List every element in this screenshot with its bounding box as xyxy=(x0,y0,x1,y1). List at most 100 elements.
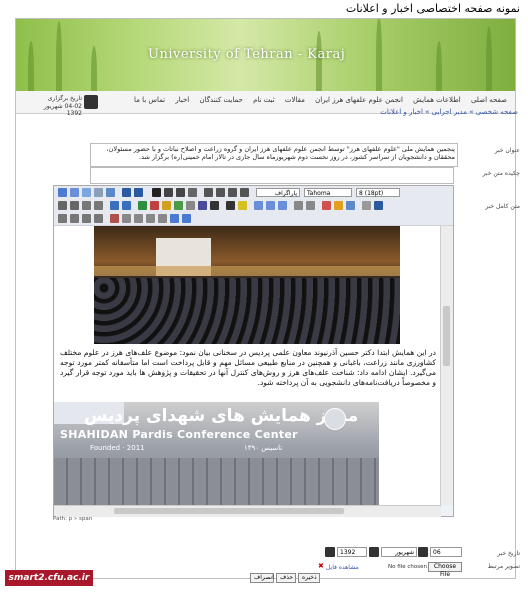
align-left-icon[interactable] xyxy=(204,188,213,197)
view-file-link[interactable]: مشاهده فایل xyxy=(326,564,359,571)
flash-icon[interactable] xyxy=(322,201,331,210)
subscript-icon[interactable] xyxy=(306,201,315,210)
editor-toolbar-3 xyxy=(54,212,453,226)
nav-register[interactable]: ثبت نام xyxy=(253,96,275,104)
hr-icon[interactable] xyxy=(122,214,131,223)
month-dropdown-icon[interactable] xyxy=(369,547,379,557)
undo-icon[interactable] xyxy=(110,201,119,210)
year-dropdown-icon[interactable] xyxy=(325,547,335,557)
styles-icon[interactable] xyxy=(110,214,119,223)
absolute-icon[interactable] xyxy=(94,214,103,223)
delete-button[interactable]: حذف xyxy=(276,573,296,583)
conference-hall-photo xyxy=(94,226,400,344)
align-center-icon[interactable] xyxy=(216,188,225,197)
label-summary: چکیده متن خبر xyxy=(482,170,520,177)
label-date: تاریخ خبر xyxy=(497,550,520,557)
media-icon[interactable] xyxy=(346,201,355,210)
breadcrumb[interactable]: صفحه شخصی » مدیر اجرایی » اخبار و اعلانا… xyxy=(380,108,518,116)
time-icon[interactable] xyxy=(158,214,167,223)
year-select[interactable]: 1392 xyxy=(337,547,367,557)
row-props-icon[interactable] xyxy=(266,201,275,210)
highlight-color-icon[interactable] xyxy=(238,201,247,210)
cancel-button[interactable]: انصراف xyxy=(250,573,274,583)
sign-english: SHAHIDAN Pardis Conference Center xyxy=(60,428,298,441)
news-title-input[interactable]: پنجمین همایش ملی "علوم علفهای هرز" توسط … xyxy=(90,143,458,167)
html-source-icon[interactable] xyxy=(210,201,219,210)
font-family-select[interactable]: Tahoma xyxy=(304,188,352,197)
strikethrough-icon[interactable] xyxy=(188,188,197,197)
file-status: No file chosen xyxy=(388,564,427,570)
paste-icon[interactable] xyxy=(82,188,91,197)
format-select[interactable]: پاراگراف xyxy=(256,188,300,197)
underline-icon[interactable] xyxy=(176,188,185,197)
bullet-list-icon[interactable] xyxy=(58,201,67,210)
save-button[interactable]: ذخیره xyxy=(298,573,320,583)
outdent-icon[interactable] xyxy=(82,201,91,210)
nav-papers[interactable]: مقالات xyxy=(285,96,305,104)
table-icon[interactable] xyxy=(254,201,263,210)
news-summary-input[interactable] xyxy=(90,167,454,184)
label-image: تصویر مرتبط xyxy=(487,563,520,570)
emoticon-icon[interactable] xyxy=(334,201,343,210)
move-backward-icon[interactable] xyxy=(82,214,91,223)
copy-icon[interactable] xyxy=(70,188,79,197)
insert-layer-icon[interactable] xyxy=(58,214,67,223)
superscript-icon[interactable] xyxy=(294,201,303,210)
redo-icon[interactable] xyxy=(122,201,131,210)
replace-icon[interactable] xyxy=(134,188,143,197)
cut-icon[interactable] xyxy=(58,188,67,197)
label-title: عنوان خبر xyxy=(494,147,520,154)
sign-founded: Founded · 2011 xyxy=(90,444,145,452)
help-icon[interactable] xyxy=(198,201,207,210)
nav-items: صفحه اصلی اطلاعات همایش انجمن علوم علفها… xyxy=(126,96,507,104)
event-date-value: 04-02 شهریور 1392 xyxy=(43,103,82,117)
sign-persian: مرکز همایش های شهدای پردیس xyxy=(84,406,359,426)
editor-status-path: Path: p » span xyxy=(53,516,93,522)
nav-contact[interactable]: تماس با ما xyxy=(134,96,165,104)
paste-word-icon[interactable] xyxy=(106,188,115,197)
cell-props-icon[interactable] xyxy=(278,201,287,210)
calendar-icon xyxy=(84,95,98,109)
nav-news[interactable]: اخبار xyxy=(175,96,189,104)
month-select[interactable]: شهریور xyxy=(381,547,417,557)
print-icon[interactable] xyxy=(362,201,371,210)
move-forward-icon[interactable] xyxy=(70,214,79,223)
font-size-select[interactable]: 8 (18pt) xyxy=(356,188,400,197)
rtl-icon[interactable] xyxy=(182,214,191,223)
unlink-icon[interactable] xyxy=(150,201,159,210)
university-seal-icon xyxy=(324,408,346,430)
italic-icon[interactable] xyxy=(164,188,173,197)
text-color-icon[interactable] xyxy=(226,201,235,210)
date-icon[interactable] xyxy=(146,214,155,223)
fullscreen-icon[interactable] xyxy=(374,201,383,210)
link-icon[interactable] xyxy=(138,201,147,210)
nav-weed-society[interactable]: انجمن علوم علفهای هرز ایران xyxy=(315,96,403,104)
editor-content[interactable]: در این همایش ابتدا دکتر حسین آذرنیوند مع… xyxy=(54,226,441,505)
delete-file-icon[interactable]: ✖ xyxy=(318,563,324,570)
choose-file-button[interactable]: Choose File xyxy=(428,562,462,578)
image-icon[interactable] xyxy=(174,201,183,210)
nav-sponsors[interactable]: حمایت کنندگان xyxy=(199,96,242,104)
paste-text-icon[interactable] xyxy=(94,188,103,197)
numbered-list-icon[interactable] xyxy=(70,201,79,210)
conference-center-photo: مرکز همایش های شهدای پردیس SHAHIDAN Pard… xyxy=(54,402,379,505)
align-justify-icon[interactable] xyxy=(240,188,249,197)
page-caption: نمونه صفحه اختصاصی اخبار و اعلانات xyxy=(345,2,520,15)
nav-conference-info[interactable]: اطلاعات همایش xyxy=(413,96,461,104)
day-dropdown-icon[interactable] xyxy=(418,547,428,557)
cleanup-icon[interactable] xyxy=(186,201,195,210)
rich-text-editor[interactable]: پاراگراف Tahoma 8 (18pt) در این همایش اب… xyxy=(53,185,454,517)
day-select[interactable]: 06 xyxy=(430,547,462,557)
anchor-icon[interactable] xyxy=(162,201,171,210)
banner-title: University of Tehran - Karaj xyxy=(148,47,346,62)
event-date-label: تاریخ برگزاری xyxy=(47,95,82,102)
ltr-icon[interactable] xyxy=(170,214,179,223)
find-icon[interactable] xyxy=(122,188,131,197)
special-char-icon[interactable] xyxy=(134,214,143,223)
align-right-icon[interactable] xyxy=(228,188,237,197)
bold-icon[interactable] xyxy=(152,188,161,197)
indent-icon[interactable] xyxy=(94,201,103,210)
editor-vertical-scrollbar[interactable] xyxy=(440,226,453,505)
nav-home[interactable]: صفحه اصلی xyxy=(471,96,507,104)
site-banner: University of Tehran - Karaj xyxy=(16,19,515,91)
